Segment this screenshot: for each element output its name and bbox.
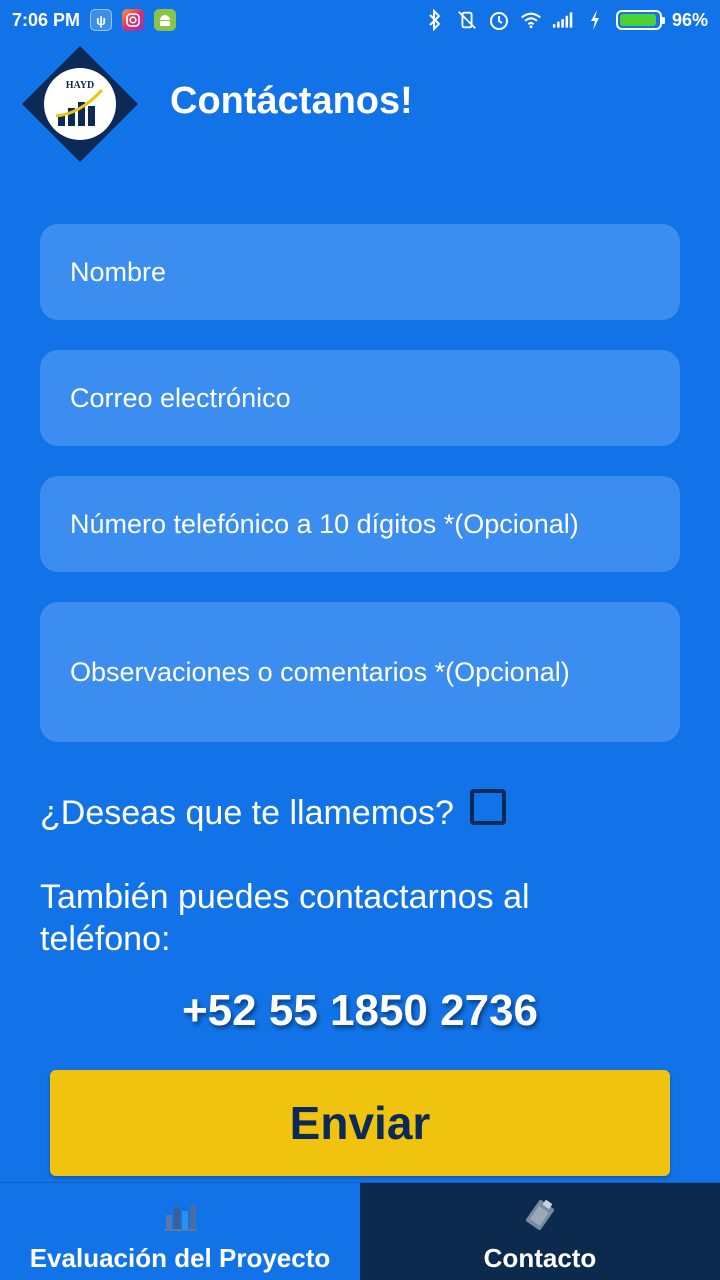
nav-tab-contact[interactable]: Contacto <box>360 1183 720 1280</box>
status-right: 96% <box>424 9 708 31</box>
battery-level <box>619 14 657 26</box>
call-question-label: ¿Deseas que te llamemos? <box>40 794 454 832</box>
nav-label-contact: Contacto <box>483 1243 597 1273</box>
vibrate-off-icon <box>456 9 478 31</box>
charging-icon <box>584 9 606 31</box>
also-contact-text: También puedes contactarnos al teléfono: <box>40 878 530 958</box>
wifi-icon <box>520 9 542 31</box>
name-placeholder: Nombre <box>70 256 167 287</box>
alarm-icon <box>488 9 510 31</box>
usb-icon: ψ <box>90 9 113 31</box>
comments-input[interactable]: Observaciones o comentarios *(Opcional) <box>40 602 680 742</box>
bluetooth-icon <box>424 9 446 31</box>
bar-chart-icon <box>162 1197 198 1233</box>
hayd-logo: HAYD <box>20 44 140 164</box>
name-input[interactable]: Nombre <box>40 224 680 320</box>
signal-icon <box>552 9 574 31</box>
android-icon <box>154 9 177 31</box>
page-title: Contáctanos! <box>170 80 413 122</box>
call-request-row: ¿Deseas que te llamemos? <box>40 788 506 833</box>
contact-phone-number[interactable]: +52 55 1850 2736 <box>0 986 720 1036</box>
email-input[interactable]: Correo electrónico <box>40 350 680 446</box>
status-time: 7:06 PM <box>12 9 81 30</box>
phone-placeholder: Número telefónico a 10 dígitos *(Opciona… <box>70 508 579 539</box>
app-header: HAYD Contáctanos! <box>0 40 720 170</box>
email-placeholder: Correo electrónico <box>70 382 291 413</box>
phone-input[interactable]: Número telefónico a 10 dígitos *(Opciona… <box>40 476 680 572</box>
logo-text: HAYD <box>66 80 95 91</box>
bottom-navigation: Evaluación del Proyecto Contacto <box>0 1182 720 1280</box>
nav-tab-project-evaluation[interactable]: Evaluación del Proyecto <box>0 1183 360 1280</box>
clipboard-icon <box>522 1197 558 1233</box>
battery-percent: 96% <box>671 9 708 30</box>
status-left: 7:06 PM ψ <box>12 9 177 31</box>
call-request-checkbox[interactable] <box>469 788 506 825</box>
instagram-icon <box>122 9 145 31</box>
status-bar: 7:06 PM ψ 96% <box>0 0 720 40</box>
comments-placeholder: Observaciones o comentarios *(Opcional) <box>70 656 570 687</box>
send-button[interactable]: Enviar <box>50 1070 670 1176</box>
battery-icon <box>615 10 665 30</box>
nav-label-project-evaluation: Evaluación del Proyecto <box>29 1243 331 1273</box>
